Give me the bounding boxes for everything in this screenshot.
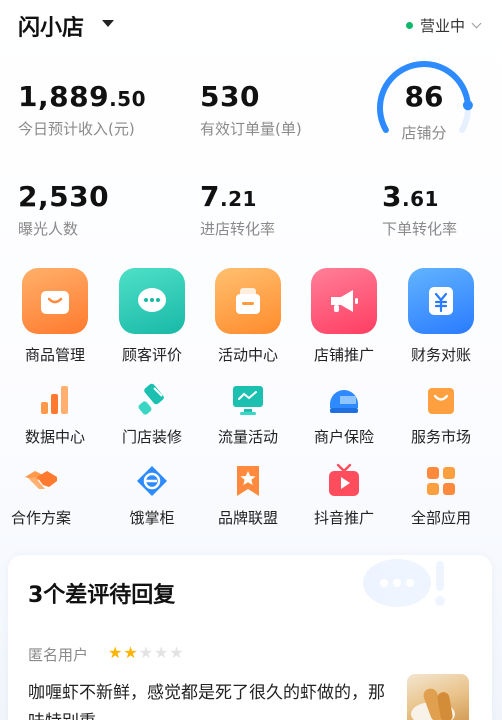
app-label: 合作方案 xyxy=(10,509,71,527)
app-label: 服务市场 xyxy=(410,428,471,446)
app-traffic-activity[interactable]: 流量活动 xyxy=(204,382,292,447)
stat-value: 3 xyxy=(382,180,402,213)
review-photo-thumbnail[interactable] xyxy=(407,674,469,720)
tv-play-icon xyxy=(326,463,362,499)
chevron-down-icon xyxy=(471,18,482,29)
stat-value: 530 xyxy=(200,80,260,113)
stat-label: 有效订单量(单) xyxy=(200,120,302,138)
store-score-value: 86 xyxy=(404,80,444,113)
paint-brush-icon xyxy=(134,382,170,418)
stat-value: 7 xyxy=(200,180,220,213)
stat-today-income[interactable]: 1,889.50 今日预计收入(元) xyxy=(18,80,146,139)
chat-bubble-icon xyxy=(119,268,185,334)
app-label: 饿掌柜 xyxy=(129,509,175,527)
review-text[interactable]: 咖喱虾不新鲜，感觉都是死了很久的虾做的，那味特别重 xyxy=(28,679,398,720)
app-label: 品牌联盟 xyxy=(217,509,278,527)
app-label: 商品管理 xyxy=(24,346,85,364)
pending-reviews-card[interactable]: 3个差评待回复 匿名用户 ★ ★ ★ ★ ★ 咖喱虾不新鲜，感觉都是死了很久的虾做的，那… xyxy=(8,555,492,720)
app-label: 店铺推广 xyxy=(313,346,374,364)
star-empty-icon: ★ xyxy=(169,643,184,662)
megaphone-icon xyxy=(311,268,377,334)
star-empty-icon: ★ xyxy=(154,643,169,662)
star-filled-icon: ★ xyxy=(108,643,123,662)
stat-label: 曝光人数 xyxy=(18,220,79,238)
app-label: 活动中心 xyxy=(217,346,278,364)
all-apps-icon xyxy=(423,463,459,499)
rating-stars: ★ ★ ★ ★ ★ xyxy=(108,645,185,661)
app-product-management[interactable]: 商品管理 xyxy=(11,268,99,365)
business-status-toggle[interactable]: 营业中 xyxy=(405,15,482,36)
store-switch-caret-icon[interactable] xyxy=(102,20,114,27)
app-label: 财务对账 xyxy=(410,346,471,364)
app-label: 抖音推广 xyxy=(313,509,374,527)
stat-label: 今日预计收入(元) xyxy=(18,120,135,138)
app-douyin-promotion[interactable]: 抖音推广 xyxy=(300,463,388,528)
app-merchant-insurance[interactable]: 商户保险 xyxy=(300,382,388,447)
handshake-icon xyxy=(23,463,59,499)
star-empty-icon: ★ xyxy=(138,643,154,662)
shopping-bag-icon xyxy=(22,268,88,334)
stat-exposure[interactable]: 2,530 曝光人数 xyxy=(18,180,109,239)
store-name[interactable]: 闪小店 xyxy=(18,10,84,42)
app-label: 商户保险 xyxy=(313,428,374,446)
app-label: 数据中心 xyxy=(24,428,85,446)
stat-value-decimal: .21 xyxy=(219,187,257,211)
yuan-ledger-icon xyxy=(408,268,474,334)
stat-valid-orders[interactable]: 530 有效订单量(单) xyxy=(200,80,302,139)
store-score-gauge[interactable]: 86 店铺分 xyxy=(366,58,482,158)
app-data-center[interactable]: 数据中心 xyxy=(11,382,99,447)
app-customer-reviews[interactable]: 顾客评价 xyxy=(108,268,196,365)
stat-value: 2,530 xyxy=(18,180,110,213)
app-label: 顾客评价 xyxy=(121,346,182,364)
app-store-promotion[interactable]: 店铺推广 xyxy=(300,268,388,365)
star-bookmark-icon xyxy=(230,463,266,499)
star-filled-icon: ★ xyxy=(123,643,138,662)
chat-bubble-decoration-icon xyxy=(363,559,445,607)
helmet-icon xyxy=(326,382,362,418)
app-brand-alliance[interactable]: 品牌联盟 xyxy=(204,463,292,528)
stat-label: 进店转化率 xyxy=(200,220,276,238)
stat-value: 1,889 xyxy=(18,80,110,113)
business-status-label: 营业中 xyxy=(419,17,465,35)
status-dot-icon xyxy=(405,22,413,29)
pending-reviews-title: 3个差评待回复 xyxy=(28,583,176,608)
app-all-apps[interactable]: 全部应用 xyxy=(397,463,485,528)
app-label: 全部应用 xyxy=(410,509,471,527)
app-label: 门店装修 xyxy=(121,428,182,446)
app-e-zhanggui[interactable]: 饿掌柜 xyxy=(108,463,196,528)
app-finance-reconciliation[interactable]: 财务对账 xyxy=(397,268,485,365)
top-bar: 闪小店 营业中 xyxy=(0,0,502,52)
gift-box-icon xyxy=(215,268,281,334)
stat-value-decimal: .61 xyxy=(401,187,439,211)
bar-chart-icon xyxy=(37,382,73,418)
stat-label: 下单转化率 xyxy=(382,220,458,238)
app-cooperation-plan[interactable]: 合作方案 xyxy=(0,463,85,528)
monitor-icon xyxy=(230,382,266,418)
shopping-bag-icon xyxy=(423,382,459,418)
app-label: 流量活动 xyxy=(217,428,278,446)
e-diamond-icon xyxy=(134,463,170,499)
reviewer-name: 匿名用户 xyxy=(28,646,89,664)
store-score-label: 店铺分 xyxy=(401,124,447,142)
stat-visit-conversion[interactable]: 7.21 进店转化率 xyxy=(200,180,275,239)
app-service-market[interactable]: 服务市场 xyxy=(397,382,485,447)
app-activity-center[interactable]: 活动中心 xyxy=(204,268,292,365)
stat-order-conversion[interactable]: 3.61 下单转化率 xyxy=(382,180,457,239)
app-store-decoration[interactable]: 门店装修 xyxy=(108,382,196,447)
stat-value-decimal: .50 xyxy=(109,87,147,111)
